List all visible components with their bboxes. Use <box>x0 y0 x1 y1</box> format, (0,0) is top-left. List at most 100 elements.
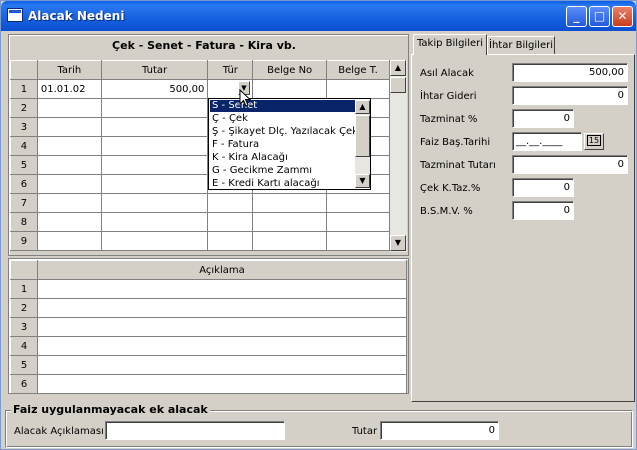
aciklama-cell[interactable] <box>37 317 407 337</box>
belge-t-cell[interactable] <box>326 79 390 99</box>
calendar-button[interactable]: 15 <box>584 133 604 150</box>
tur-cell[interactable] <box>207 231 254 251</box>
table-row[interactable]: 9 <box>10 231 390 251</box>
scroll-up-arrow-icon[interactable]: ▲ <box>390 60 406 76</box>
table-row[interactable]: 4 <box>10 336 407 356</box>
tarih-cell[interactable]: 01.01.02 <box>36 79 102 99</box>
column-header-belge-no[interactable]: Belge No <box>252 60 328 80</box>
belge-t-cell[interactable] <box>326 212 390 232</box>
row-number: 1 <box>10 279 38 299</box>
tarih-cell[interactable] <box>36 98 102 118</box>
column-header-aciklama[interactable]: Açıklama <box>37 260 407 280</box>
belge-t-cell[interactable] <box>326 231 390 251</box>
table-row[interactable]: 3 <box>10 317 407 337</box>
belge-no-cell[interactable] <box>252 212 328 232</box>
window-icon <box>7 8 23 22</box>
alacak-aciklamasi-field[interactable] <box>105 421 285 440</box>
row-number: 2 <box>10 98 38 118</box>
belge-t-cell[interactable] <box>326 193 390 213</box>
tur-cell[interactable] <box>207 193 254 213</box>
aciklama-cell[interactable] <box>37 374 407 394</box>
dropdown-option[interactable]: K - Kira Alacağı <box>210 152 356 164</box>
scroll-down-arrow-icon[interactable]: ▼ <box>390 235 406 251</box>
title-bar[interactable]: Alacak Nedeni _ □ ✕ <box>1 1 636 31</box>
table-row[interactable]: 2 <box>10 298 407 318</box>
row-number: 5 <box>10 355 38 375</box>
tutar-cell[interactable] <box>100 117 209 137</box>
tarih-cell[interactable] <box>36 174 102 194</box>
dropdown-option[interactable]: S - Senet <box>210 100 356 112</box>
ihtar-gideri-label: İhtar Gideri <box>420 91 477 102</box>
tab-ihtar-bilgileri[interactable]: İhtar Bilgileri <box>487 36 555 55</box>
asil-alacak-field[interactable]: 500,00 <box>512 63 628 82</box>
maximize-button[interactable]: □ <box>589 6 610 27</box>
tarih-cell[interactable] <box>36 117 102 137</box>
bsmv-field[interactable]: 0 <box>512 201 574 220</box>
column-header-tutar[interactable]: Tutar <box>100 60 209 80</box>
tarih-cell[interactable] <box>36 136 102 156</box>
dropdown-scroll-thumb[interactable] <box>355 115 370 157</box>
close-button[interactable]: ✕ <box>612 6 633 27</box>
ihtar-gideri-field[interactable]: 0 <box>512 86 628 105</box>
minimize-button[interactable]: _ <box>566 6 587 27</box>
table-row[interactable]: 1 <box>10 279 407 299</box>
dropdown-scroll-up-icon[interactable]: ▲ <box>355 100 370 114</box>
calendar-icon: 15 <box>586 135 602 146</box>
dropdown-scroll-down-icon[interactable]: ▼ <box>355 174 370 188</box>
grid-header-row: Açıklama <box>10 260 407 280</box>
faiz-bas-tarihi-field[interactable]: __.__.____ <box>512 132 582 151</box>
asil-alacak-label: Asıl Alacak <box>420 68 474 79</box>
cek-senet-scrollbar[interactable]: ▲ ▼ <box>390 60 407 252</box>
tab-takip-bilgileri[interactable]: Takip Bilgileri <box>413 34 487 55</box>
ek-tutar-field[interactable]: 0 <box>380 421 499 440</box>
dropdown-option[interactable]: G - Gecikme Zammı <box>210 165 356 177</box>
cek-k-taz-field[interactable]: 0 <box>512 178 574 197</box>
tutar-cell[interactable] <box>100 212 209 232</box>
row-number: 2 <box>10 298 38 318</box>
tazminat-pct-field[interactable]: 0 <box>512 109 574 128</box>
belge-no-cell[interactable] <box>252 193 328 213</box>
column-header-tarih[interactable]: Tarih <box>36 60 102 80</box>
tarih-cell[interactable] <box>36 212 102 232</box>
tutar-cell[interactable] <box>100 193 209 213</box>
tutar-cell[interactable]: 500,00 <box>100 79 209 99</box>
row-number: 5 <box>10 155 38 175</box>
row-number: 7 <box>10 193 38 213</box>
dropdown-option[interactable]: Ş - Şikayet Dlç. Yazılacak Çek <box>210 126 356 138</box>
row-number: 3 <box>10 317 38 337</box>
tazminat-tutari-field[interactable]: 0 <box>512 155 628 174</box>
tarih-cell[interactable] <box>36 231 102 251</box>
tarih-cell[interactable] <box>36 155 102 175</box>
bsmv-label: B.S.M.V. % <box>420 206 473 217</box>
belge-no-cell[interactable] <box>252 231 328 251</box>
dropdown-option[interactable]: E - Kredi Kartı alacağı <box>210 178 356 190</box>
tarih-cell[interactable] <box>36 193 102 213</box>
faiz-bas-tarihi-label: Faiz Baş.Tarihi <box>420 137 491 148</box>
table-row[interactable]: 7 <box>10 193 390 213</box>
column-header-belge-t[interactable]: Belge T. <box>326 60 390 80</box>
tur-dropdown-list[interactable]: S - Senet Ç - Çek Ş - Şikayet Dlç. Yazılac… <box>208 98 371 190</box>
aciklama-cell[interactable] <box>37 298 407 318</box>
belge-no-cell[interactable] <box>252 79 328 99</box>
table-row[interactable]: 8 <box>10 212 390 232</box>
scrollbar-thumb[interactable] <box>390 77 406 93</box>
dropdown-option[interactable]: Ç - Çek <box>210 113 356 125</box>
tur-cell[interactable] <box>207 212 254 232</box>
cek-senet-grid-title: Çek - Senet - Fatura - Kira vb. <box>112 39 296 52</box>
tutar-cell[interactable] <box>100 98 209 118</box>
window-title: Alacak Nedeni <box>28 9 125 23</box>
aciklama-grid[interactable]: Açıklama 123456 <box>10 260 407 394</box>
tutar-cell[interactable] <box>100 231 209 251</box>
dropdown-option[interactable]: F - Fatura <box>210 139 356 151</box>
tutar-cell[interactable] <box>100 136 209 156</box>
aciklama-cell[interactable] <box>37 336 407 356</box>
tutar-cell[interactable] <box>100 155 209 175</box>
table-row[interactable]: 1 01.01.02 500,00 <box>10 79 390 99</box>
table-row[interactable]: 6 <box>10 374 407 394</box>
table-row[interactable]: 5 <box>10 355 407 375</box>
tutar-cell[interactable] <box>100 174 209 194</box>
aciklama-cell[interactable] <box>37 279 407 299</box>
aciklama-cell[interactable] <box>37 355 407 375</box>
tur-dropdown-scrollbar[interactable]: ▲ ▼ <box>355 100 370 188</box>
column-header-tur[interactable]: Tür <box>207 60 254 80</box>
